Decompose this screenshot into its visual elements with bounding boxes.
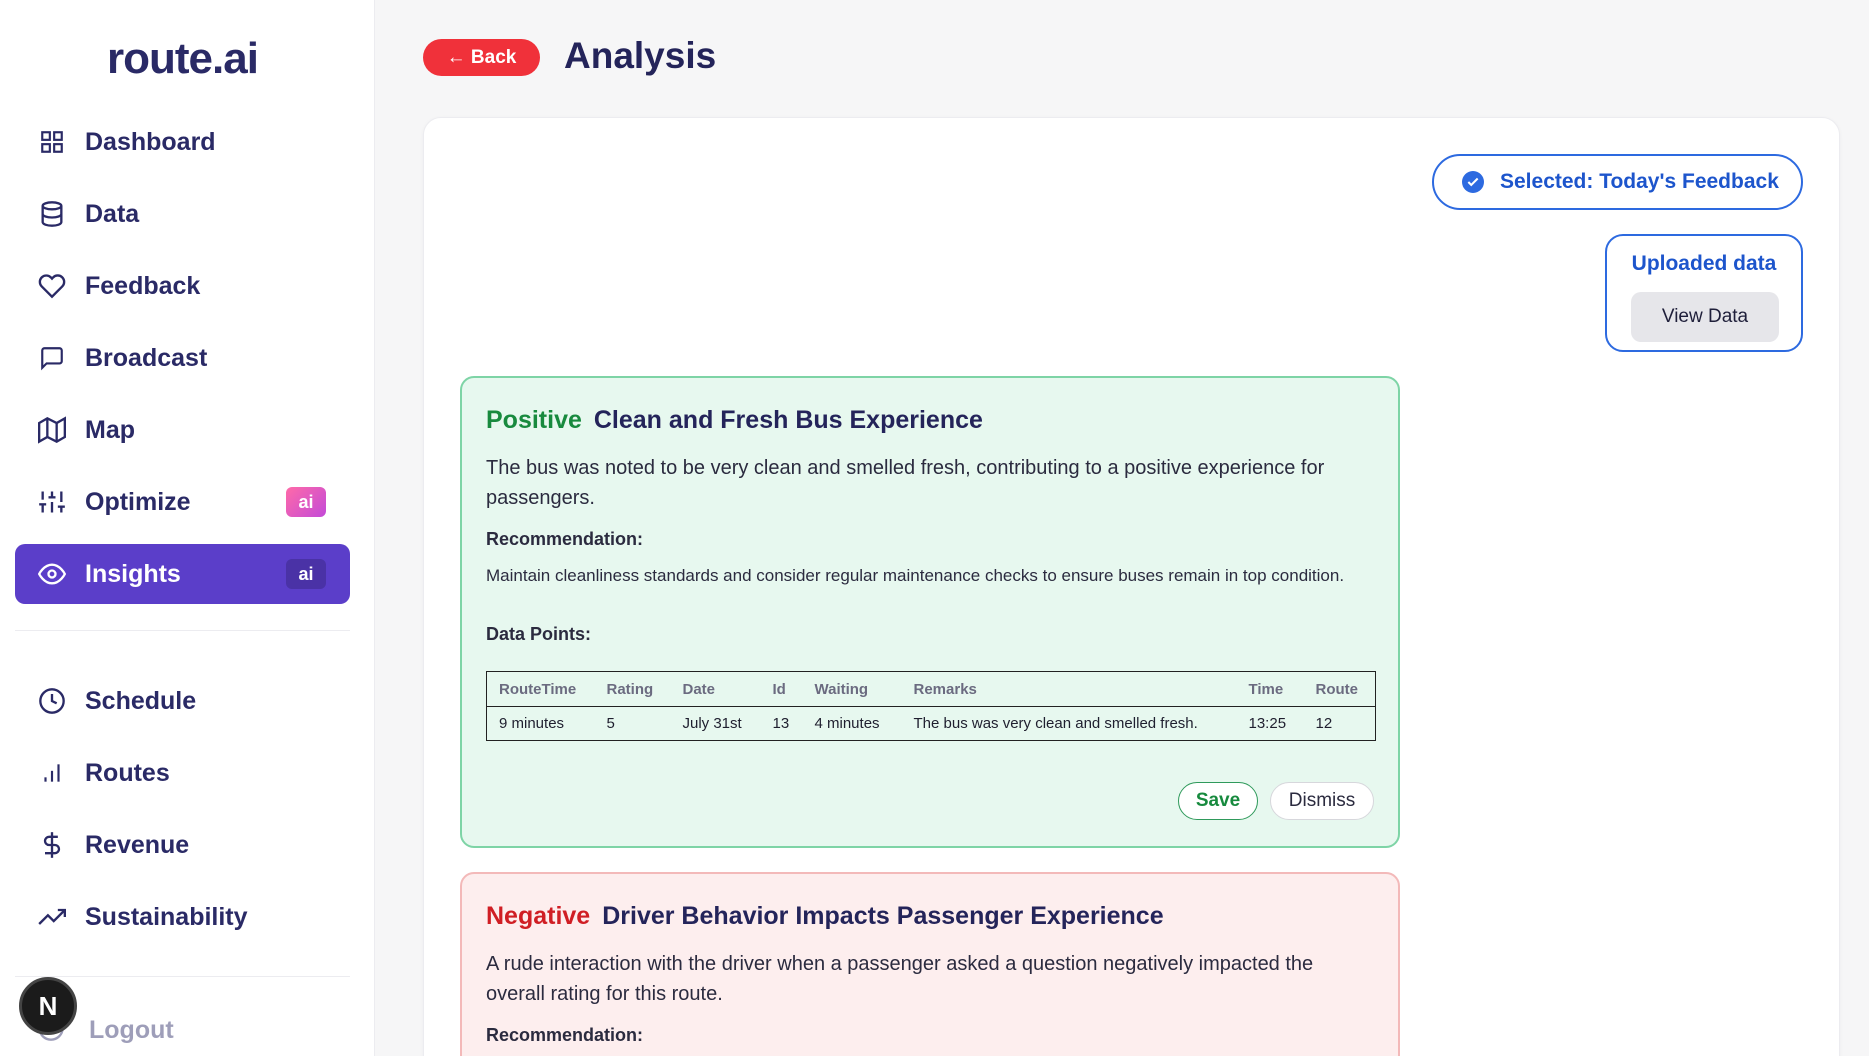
dollar-icon: [37, 830, 67, 860]
sidebar-item-broadcast[interactable]: Broadcast: [15, 328, 350, 388]
sidebar-item-routes[interactable]: Routes: [15, 743, 350, 803]
table-cell: July 31st: [682, 715, 742, 732]
insight-card-positive: Positive Clean and Fresh Bus Experience …: [460, 376, 1400, 848]
table-cell: 13:25: [1248, 715, 1287, 732]
data-points-label: Data Points:: [486, 624, 592, 644]
sidebar-item-label: Feedback: [85, 271, 201, 300]
insight-header: Positive Clean and Fresh Bus Experience: [486, 406, 1374, 435]
column-header: Rating: [594, 671, 671, 707]
selected-label: Selected: Today's Feedback: [1500, 170, 1779, 193]
recommendation-text: Maintain cleanliness standards and consi…: [486, 566, 1345, 585]
sidebar-item-label: Dashboard: [85, 127, 216, 156]
insight-card-negative: Negative Driver Behavior Impacts Passeng…: [460, 872, 1400, 1056]
avatar[interactable]: N: [19, 977, 77, 1035]
sidebar-item-label: Optimize: [85, 487, 191, 516]
table-row: 9 minutes 5 July 31st 13 4 minutes The b…: [487, 707, 1376, 741]
check-circle-icon: [1462, 171, 1484, 193]
sidebar-item-revenue[interactable]: Revenue: [15, 815, 350, 875]
insight-description: A rude interaction with the driver when …: [486, 953, 1314, 1005]
sidebar-item-data[interactable]: Data: [15, 184, 350, 244]
sidebar-item-schedule[interactable]: Schedule: [15, 671, 350, 731]
column-header: Time: [1236, 671, 1304, 707]
sidebar-nav: Dashboard Data Feedback Broadcast Map Op…: [15, 112, 350, 959]
sidebar-item-feedback[interactable]: Feedback: [15, 256, 350, 316]
insight-title: Driver Behavior Impacts Passenger Experi…: [602, 902, 1164, 930]
sidebar: route.ai Dashboard Data Feedback Broadca…: [0, 0, 375, 1056]
insight-actions: Save Dismiss: [1178, 782, 1374, 820]
table-cell: 5: [606, 715, 615, 732]
back-button[interactable]: ← Back: [423, 39, 540, 76]
sidebar-item-label: Broadcast: [85, 343, 208, 372]
ai-badge: ai: [286, 487, 326, 517]
column-header: Date: [670, 671, 761, 707]
sidebar-item-label: Revenue: [85, 830, 190, 859]
table-cell: 13: [772, 715, 790, 732]
sidebar-item-dashboard[interactable]: Dashboard: [15, 112, 350, 172]
database-icon: [37, 199, 67, 229]
column-header: Waiting: [802, 671, 902, 707]
sliders-icon: [37, 487, 67, 517]
sidebar-item-map[interactable]: Map: [15, 400, 350, 460]
clock-icon: [37, 686, 67, 716]
selected-dataset-pill[interactable]: Selected: Today's Feedback: [1432, 154, 1803, 210]
sentiment-label: Negative: [486, 902, 591, 930]
page-title: Analysis: [564, 35, 717, 76]
sidebar-item-sustainability[interactable]: Sustainability: [15, 887, 350, 947]
sidebar-divider: [15, 630, 350, 631]
uploaded-data-box: Uploaded data View Data: [1605, 234, 1803, 352]
ai-badge: ai: [286, 559, 326, 589]
sidebar-item-label: Insights: [85, 559, 181, 588]
sidebar-item-label: Schedule: [85, 686, 197, 715]
sentiment-label: Positive: [486, 406, 582, 434]
eye-icon: [37, 559, 67, 589]
data-points-table: RouteTime Rating Date Id Waiting Remarks…: [486, 671, 1376, 741]
dismiss-button[interactable]: Dismiss: [1270, 782, 1374, 820]
uploaded-data-title: Uploaded data: [1631, 252, 1777, 275]
heart-icon: [37, 271, 67, 301]
app-logo[interactable]: route.ai: [0, 34, 365, 84]
insight-title: Clean and Fresh Bus Experience: [593, 406, 983, 434]
recommendation-label: Recommendation:: [486, 529, 644, 549]
save-button[interactable]: Save: [1178, 782, 1258, 820]
insight-header: Negative Driver Behavior Impacts Passeng…: [486, 902, 1374, 931]
recommendation-label: Recommendation:: [486, 1025, 644, 1045]
sidebar-item-label: Data: [85, 199, 140, 228]
column-header: Remarks: [901, 671, 1237, 707]
chat-icon: [37, 343, 67, 373]
table-cell: 12: [1315, 715, 1333, 732]
insight-description: The bus was noted to be very clean and s…: [486, 457, 1325, 509]
grid-icon: [37, 127, 67, 157]
trending-up-icon: [37, 902, 67, 932]
sidebar-item-insights[interactable]: Insights ai: [15, 544, 350, 604]
map-icon: [37, 415, 67, 445]
column-header: Route: [1303, 671, 1376, 707]
table-cell: 4 minutes: [814, 715, 880, 732]
view-data-button[interactable]: View Data: [1631, 292, 1779, 342]
sidebar-item-label: Sustainability: [85, 902, 248, 931]
sidebar-item-optimize[interactable]: Optimize ai: [15, 472, 350, 532]
column-header: RouteTime: [486, 671, 595, 707]
sidebar-item-label: Map: [85, 415, 135, 444]
table-cell: The bus was very clean and smelled fresh…: [913, 715, 1198, 732]
logout-label: Logout: [89, 1016, 174, 1044]
table-cell: 9 minutes: [499, 715, 565, 732]
table-header-row: RouteTime Rating Date Id Waiting Remarks…: [486, 671, 1376, 707]
bar-chart-icon: [37, 758, 67, 788]
sidebar-divider: [15, 976, 350, 977]
column-header: Id: [760, 671, 803, 707]
sidebar-item-label: Routes: [85, 758, 170, 787]
